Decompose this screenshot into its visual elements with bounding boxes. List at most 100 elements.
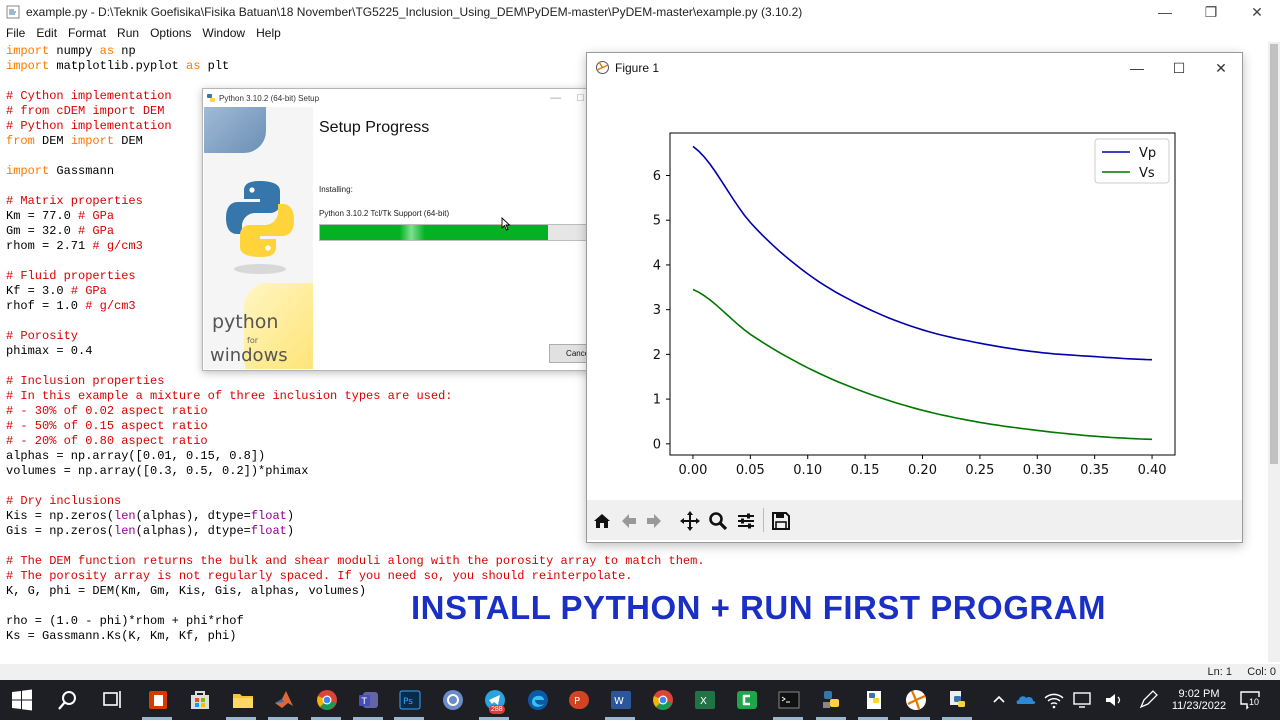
menu-options[interactable]: Options xyxy=(144,26,196,40)
speaker-icon[interactable] xyxy=(1102,688,1126,712)
figure-close-button[interactable]: ✕ xyxy=(1200,53,1242,83)
setup-maximize-button[interactable]: □ xyxy=(577,92,584,104)
for-word: for xyxy=(247,336,259,345)
maximize-button[interactable]: ❐ xyxy=(1188,0,1234,24)
task-view-icon[interactable] xyxy=(101,688,125,712)
matplotlib-icon xyxy=(596,61,609,74)
forward-arrow-icon[interactable] xyxy=(643,510,665,532)
svg-text:Ps: Ps xyxy=(403,697,413,707)
powerpoint-icon[interactable]: P xyxy=(567,688,591,712)
window-title: example.py - D:\Teknik Goefisika\Fisika … xyxy=(26,5,803,19)
store-app-icon[interactable] xyxy=(188,688,212,712)
code-line: # The DEM function returns the bulk and … xyxy=(6,554,705,568)
menu-file[interactable]: File xyxy=(0,26,30,40)
mouse-cursor-icon xyxy=(501,217,511,231)
office-app-icon[interactable] xyxy=(146,688,170,712)
wifi-icon[interactable] xyxy=(1042,688,1066,712)
code-line: K, G, phi = DEM(Km, Gm, Kis, Gis, alphas… xyxy=(6,584,367,598)
network-icon[interactable] xyxy=(1070,688,1094,712)
code-line: # - 50% of 0.15 aspect ratio xyxy=(6,419,208,433)
idle-titlebar: example.py - D:\Teknik Goefisika\Fisika … xyxy=(0,0,1280,24)
idle-icon[interactable] xyxy=(946,688,970,712)
onedrive-icon[interactable] xyxy=(1014,688,1038,712)
windows-word: windows xyxy=(210,345,288,366)
excel-icon[interactable]: X xyxy=(693,688,717,712)
code-line: # The porosity array is not regularly sp… xyxy=(6,569,633,583)
line-chart: 0.00 0.05 0.10 0.15 0.20 0.25 0.30 0.35 0.40 0 1 2 3… xyxy=(653,132,1176,478)
code-line: Kis = np.zeros(len(alphas), dtype=float) xyxy=(6,509,295,523)
installing-label: Installing: xyxy=(319,185,353,194)
save-icon[interactable] xyxy=(770,510,792,532)
menu-help[interactable]: Help xyxy=(250,26,286,40)
y-tick-label: 0 xyxy=(653,437,661,452)
pen-icon[interactable] xyxy=(1136,688,1160,712)
photoshop-icon[interactable]: Ps xyxy=(398,688,422,712)
x-tick-label: 0.20 xyxy=(908,463,937,478)
code-line: # In this example a mixture of three inc… xyxy=(6,389,453,403)
editor-scrollbar[interactable] xyxy=(1268,42,1280,662)
clock-time: 9:02 PM xyxy=(1178,688,1220,700)
code-line: # Matrix properties xyxy=(6,194,143,208)
code-line: from DEM import DEM xyxy=(6,134,143,148)
code-line: import Gassmann xyxy=(6,164,115,178)
python-file-icon xyxy=(6,5,20,19)
menu-run[interactable]: Run xyxy=(111,26,144,40)
setup-title: Python 3.10.2 (64-bit) Setup xyxy=(219,94,320,103)
back-arrow-icon[interactable] xyxy=(618,510,640,532)
chevron-up-icon[interactable] xyxy=(987,688,1011,712)
x-tick-label: 0.35 xyxy=(1080,463,1109,478)
menu-edit[interactable]: Edit xyxy=(30,26,62,40)
column-number: Col: 0 xyxy=(1247,666,1276,678)
camtasia-icon[interactable] xyxy=(735,688,759,712)
close-button[interactable]: ✕ xyxy=(1234,0,1280,24)
legend-box xyxy=(1094,138,1170,184)
code-line: Ks = Gassmann.Ks(K, Km, Kf, phi) xyxy=(6,629,237,643)
windows-start-icon[interactable] xyxy=(10,688,34,712)
zoom-icon[interactable] xyxy=(707,510,729,532)
chrome-profile-icon[interactable] xyxy=(651,688,675,712)
pan-icon[interactable] xyxy=(679,510,701,532)
search-icon[interactable] xyxy=(56,688,80,712)
figure-maximize-button[interactable]: ☐ xyxy=(1158,53,1200,83)
teams-icon[interactable]: T xyxy=(357,688,381,712)
y-tick-label: 2 xyxy=(653,348,661,363)
figure-minimize-button[interactable]: — xyxy=(1116,53,1158,83)
python-setup-taskbar-icon[interactable] xyxy=(862,688,886,712)
setup-titlebar: Python 3.10.2 (64-bit) Setup —□✕ xyxy=(203,89,615,107)
video-banner-text: INSTALL PYTHON + RUN FIRST PROGRAM xyxy=(411,589,1107,626)
clock-date: 11/23/2022 xyxy=(1171,700,1227,712)
code-line: phimax = 0.4 xyxy=(6,344,93,358)
configure-subplots-icon[interactable] xyxy=(735,510,757,532)
edge-icon[interactable] xyxy=(526,688,550,712)
matplotlib-taskbar-icon[interactable] xyxy=(904,688,928,712)
code-line: # - 20% of 0.80 aspect ratio xyxy=(6,434,208,448)
word-icon[interactable]: W xyxy=(609,688,633,712)
file-explorer-icon[interactable] xyxy=(231,688,255,712)
menu-format[interactable]: Format xyxy=(62,26,111,40)
y-tick-label: 5 xyxy=(653,214,661,229)
python-launcher-icon[interactable] xyxy=(820,688,844,712)
python-word: python xyxy=(212,311,278,333)
x-tick-label: 0.40 xyxy=(1138,463,1167,478)
scrollbar-thumb[interactable] xyxy=(1270,44,1278,464)
code-line: # Python implementation xyxy=(6,119,172,133)
terminal-icon[interactable] xyxy=(777,688,801,712)
home-icon[interactable] xyxy=(591,510,613,532)
chrome-icon[interactable] xyxy=(315,688,339,712)
code-line: rhom = 2.71 # g/cm3 xyxy=(6,239,143,253)
setup-side-banner: python for windows xyxy=(204,107,313,369)
code-line: # - 30% of 0.02 aspect ratio xyxy=(6,404,208,418)
status-bar: Ln: 1 Col: 0 xyxy=(0,664,1280,680)
clock[interactable]: 9:02 PM 11/23/2022 xyxy=(1168,680,1230,720)
setup-minimize-button[interactable]: — xyxy=(550,92,561,104)
code-line: alphas = np.array([0.01, 0.15, 0.8]) xyxy=(6,449,266,463)
y-tick-label: 3 xyxy=(653,303,661,318)
menu-window[interactable]: Window xyxy=(196,26,250,40)
progress-fill xyxy=(320,225,549,240)
code-line: # Cython implementation xyxy=(6,89,172,103)
minimize-button[interactable]: — xyxy=(1142,0,1188,24)
legend-label-vp: Vp xyxy=(1139,146,1156,161)
azure-data-studio-icon[interactable] xyxy=(441,688,465,712)
matlab-icon[interactable] xyxy=(272,688,296,712)
svg-text:X: X xyxy=(700,696,707,707)
